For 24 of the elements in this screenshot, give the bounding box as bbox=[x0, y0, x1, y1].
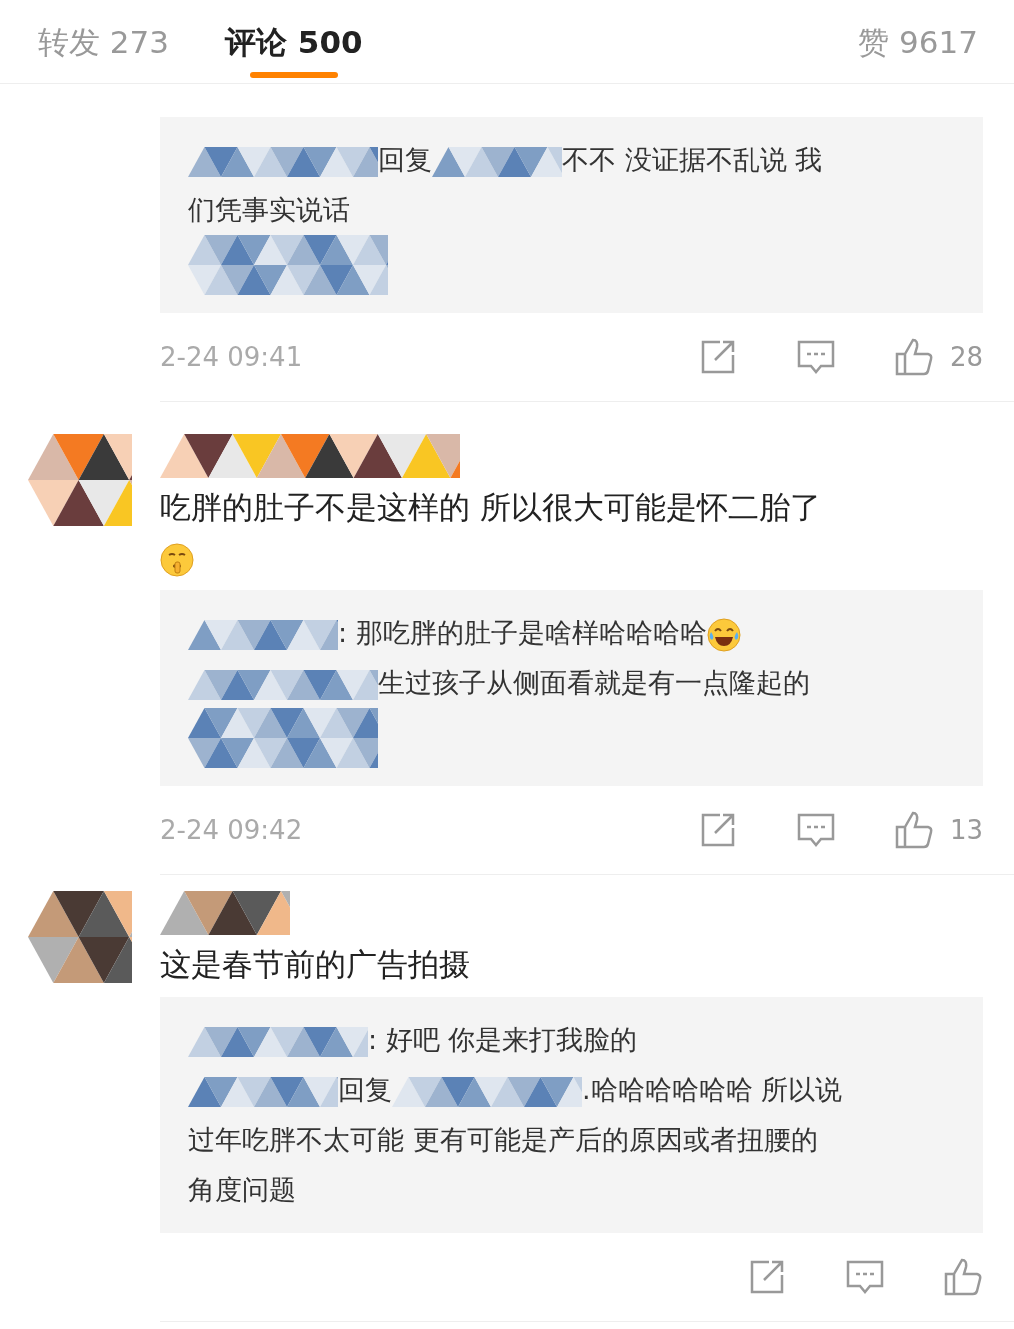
reply-text: .哈哈哈哈哈哈 所以说 bbox=[582, 1074, 843, 1105]
reply-text: 们凭事实说话 bbox=[188, 194, 350, 225]
reply-text: : 那吃胖的肚子是啥样哈哈哈哈 bbox=[338, 617, 707, 648]
laughing-tears-icon bbox=[706, 617, 741, 652]
like-count: 13 bbox=[949, 813, 983, 847]
tab[interactable]: 转发 273 bbox=[38, 0, 170, 84]
reply-text: 角度问题 bbox=[188, 1174, 296, 1205]
timestamp: 2-24 09:41 bbox=[160, 340, 303, 374]
reply-text: 回复 bbox=[338, 1074, 392, 1105]
timestamp: 2-24 09:42 bbox=[160, 813, 303, 847]
thumbs-up-icon[interactable] bbox=[943, 1257, 983, 1297]
reply-text: 回复 bbox=[378, 144, 432, 175]
tab[interactable]: 评论 500 bbox=[225, 0, 363, 84]
thumbs-up-icon[interactable] bbox=[893, 337, 934, 377]
reply-text: 不不 没证据不乱说 我 bbox=[562, 144, 823, 175]
comment-text: 这是春节前的广告拍摄 bbox=[160, 946, 470, 982]
reply-text: 过年吃胖不太可能 更有可能是产后的原因或者扭腰的 bbox=[188, 1124, 818, 1155]
comment-text: 吃胖的肚子不是这样的 所以很大可能是怀二胎了 bbox=[160, 489, 821, 525]
shushing-face-icon bbox=[160, 542, 194, 577]
like-count: 28 bbox=[949, 340, 983, 374]
reply-text: 生过孩子从侧面看就是有一点隆起的 bbox=[378, 667, 810, 698]
reply-text: : 好吧 你是来打我脸的 bbox=[368, 1024, 638, 1055]
tab[interactable]: 赞 9617 bbox=[858, 0, 978, 84]
thumbs-up-icon[interactable] bbox=[893, 810, 934, 850]
